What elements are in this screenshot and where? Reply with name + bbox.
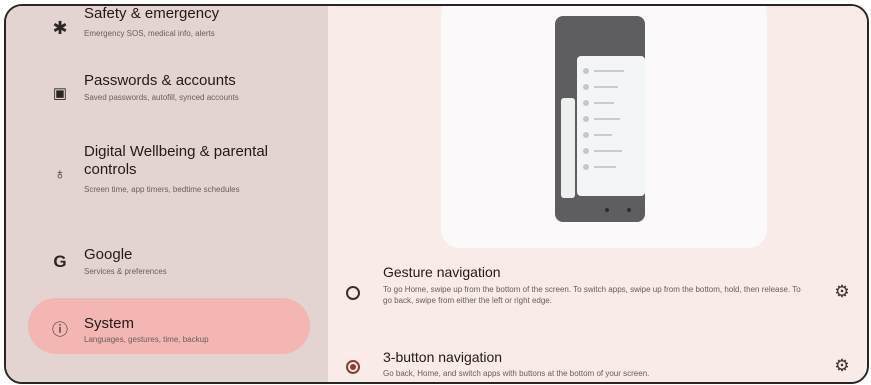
sidebar-item-google[interactable]: G Google Services & preferences xyxy=(6,234,328,290)
sidebar-item-subtitle: Screen time, app timers, bedtime schedul… xyxy=(84,185,240,194)
wellbeing-icon: ♁ xyxy=(54,166,66,183)
sidebar-item-system[interactable]: ⓘ System Languages, gestures, time, back… xyxy=(6,298,328,354)
recent-app-card xyxy=(561,98,575,198)
nav-dot xyxy=(627,208,631,212)
sidebar-item-safety[interactable]: ✱ Safety & emergency Emergency SOS, medi… xyxy=(6,6,328,56)
three-button-navigation-radio[interactable] xyxy=(346,360,360,374)
gesture-navigation-option[interactable]: Gesture navigation To go Home, swipe up … xyxy=(328,256,867,326)
sidebar-item-label: Passwords & accounts xyxy=(84,72,236,89)
navigation-settings-panel: Gesture navigation To go Home, swipe up … xyxy=(328,6,867,382)
sidebar-item-label: Digital Wellbeing & parental controls xyxy=(84,143,268,178)
asterisk-icon: ✱ xyxy=(52,18,68,38)
google-icon: G xyxy=(53,252,67,271)
option-title: Gesture navigation xyxy=(383,264,501,280)
info-icon: ⓘ xyxy=(51,322,68,339)
recent-app-card xyxy=(577,56,645,196)
gear-icon[interactable]: ⚙ xyxy=(832,282,852,302)
nav-dot xyxy=(605,208,609,212)
navigation-preview xyxy=(441,6,767,248)
sidebar-item-subtitle: Saved passwords, autofill, synced accoun… xyxy=(84,93,239,102)
sidebar-item-label: Google xyxy=(84,246,133,263)
option-description: Go back, Home, and switch apps with butt… xyxy=(383,369,650,378)
account-box-icon: ▣ xyxy=(52,85,68,102)
option-description: To go Home, swipe up from the bottom of … xyxy=(383,285,801,305)
sidebar-item-subtitle: Services & preferences xyxy=(84,267,167,276)
gear-icon[interactable]: ⚙ xyxy=(832,356,852,376)
phone-illustration xyxy=(555,16,645,222)
settings-sidebar: ✱ Safety & emergency Emergency SOS, medi… xyxy=(6,6,328,382)
sidebar-item-label: Safety & emergency xyxy=(84,5,220,22)
three-button-navigation-option[interactable]: 3-button navigation Go back, Home, and s… xyxy=(328,342,867,382)
sidebar-item-subtitle: Emergency SOS, medical info, alerts xyxy=(84,29,215,38)
settings-window: ✱ Safety & emergency Emergency SOS, medi… xyxy=(4,4,869,384)
sidebar-item-passwords[interactable]: ▣ Passwords & accounts Saved passwords, … xyxy=(6,64,328,130)
gesture-navigation-radio[interactable] xyxy=(346,286,360,300)
sidebar-item-subtitle: Languages, gestures, time, backup xyxy=(84,335,209,344)
sidebar-item-label: System xyxy=(84,315,135,332)
option-title: 3-button navigation xyxy=(383,349,503,365)
sidebar-item-digital-wellbeing[interactable]: ♁ Digital Wellbeing & parental controls … xyxy=(6,138,328,224)
